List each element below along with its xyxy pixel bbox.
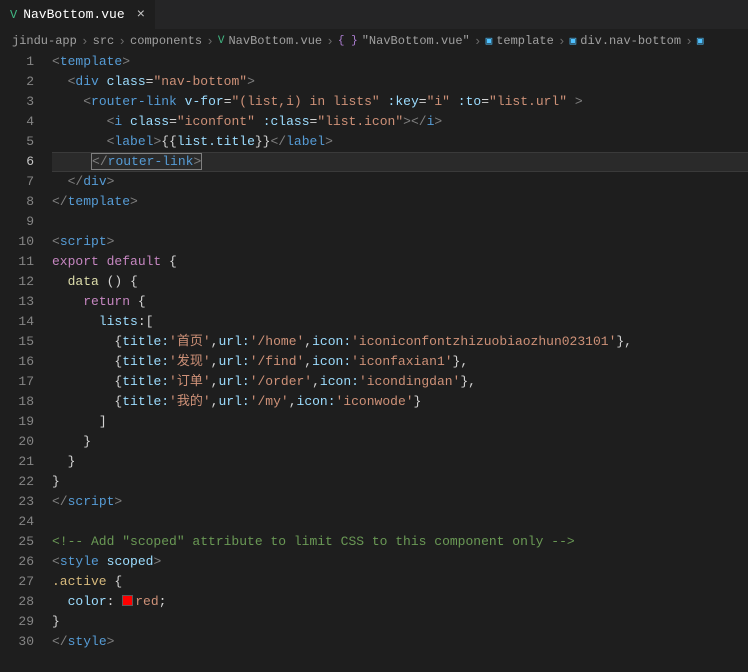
close-icon[interactable]: × [137,7,145,23]
tab-label: NavBottom.vue [23,7,124,22]
tab-bar: V NavBottom.vue × [0,0,748,30]
chevron-right-icon: › [206,34,214,49]
code-editor[interactable]: 1234567891011121314151617181920212223242… [0,52,748,652]
breadcrumb-item[interactable]: src [93,34,115,48]
chevron-right-icon: › [685,34,693,49]
symbol-object-icon: { } [338,35,358,47]
line-number-gutter: 1234567891011121314151617181920212223242… [0,52,52,652]
symbol-module-icon: ▣ [570,34,577,48]
breadcrumb-item[interactable]: ▣template [486,34,554,48]
symbol-module-icon: ▣ [486,34,493,48]
chevron-right-icon: › [558,34,566,49]
color-swatch-icon [122,595,133,606]
breadcrumb-item[interactable]: VNavBottom.vue [218,34,322,48]
symbol-module-icon: ▣ [697,34,704,48]
breadcrumb-item[interactable]: ▣div.nav-bottom [570,34,681,48]
breadcrumb-item[interactable]: components [130,34,202,48]
vue-file-icon: V [10,8,17,22]
chevron-right-icon: › [118,34,126,49]
chevron-right-icon: › [326,34,334,49]
chevron-right-icon: › [81,34,89,49]
breadcrumb-item[interactable]: jindu-app [12,34,77,48]
vue-file-icon: V [218,35,225,47]
editor-tab[interactable]: V NavBottom.vue × [0,0,155,29]
breadcrumb: jindu-app › src › components › VNavBotto… [0,30,748,52]
breadcrumb-item[interactable]: { }"NavBottom.vue" [338,34,470,48]
chevron-right-icon: › [474,34,482,49]
breadcrumb-item[interactable]: ▣ [697,34,704,48]
code-content[interactable]: <template> <div class="nav-bottom"> <rou… [52,52,748,652]
